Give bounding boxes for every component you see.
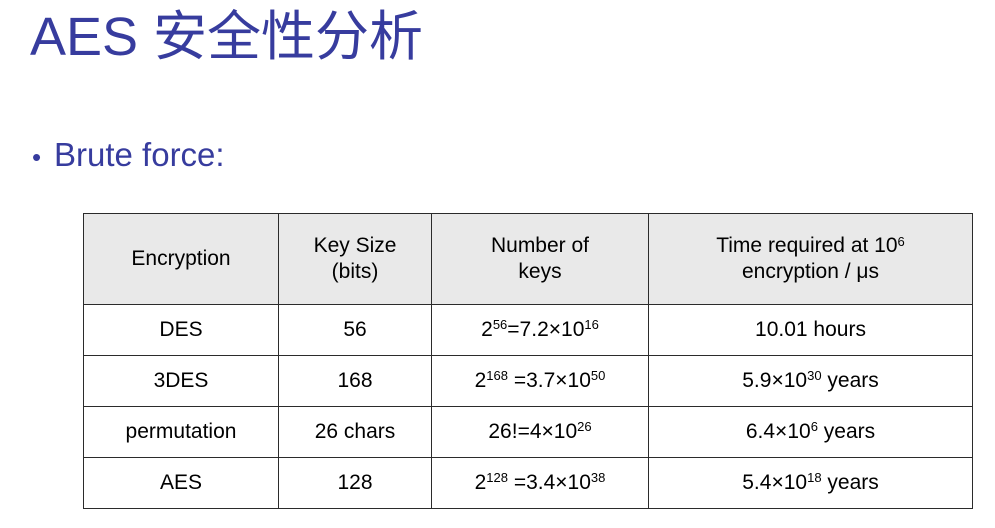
header-line-1: Key Size (313, 234, 397, 258)
header-line-1: Time required at 106 (649, 233, 972, 259)
header-time-exponent: 6 (897, 233, 905, 249)
keys-exponent: 128 (486, 470, 508, 486)
cell-time-required: 6.4×106 years (648, 406, 973, 458)
cell-number-of-keys: 256=7.2×1016 (431, 304, 649, 356)
bullet-item: • Brute force: (32, 136, 225, 174)
cell-time-required: 10.01 hours (648, 304, 973, 356)
time-exponent: 18 (807, 470, 822, 486)
cell-encryption: 3DES (83, 355, 279, 407)
column-header-time-required: Time required at 106 encryption / μs (648, 213, 973, 305)
page-title: AES 安全性分析 (30, 7, 424, 67)
time-post: years (821, 471, 879, 495)
keys-rest: =3.4×10 (508, 471, 591, 495)
keys-base: 2 (474, 471, 487, 495)
keys-base: 26!=4×10 (488, 420, 578, 444)
cell-number-of-keys: 2168 =3.7×1050 (431, 355, 649, 407)
table-row: 3DES 168 2168 =3.7×1050 5.9×1030 years (83, 355, 973, 407)
keys-rest-exponent: 26 (577, 419, 592, 435)
keys-exponent: 56 (492, 317, 508, 333)
time-exponent: 6 (810, 419, 818, 435)
time-exponent: 30 (807, 368, 822, 384)
table-row: DES 56 256=7.2×1016 10.01 hours (83, 304, 973, 356)
time-pre: 6.4×10 (745, 420, 811, 444)
cell-time-required: 5.4×1018 years (648, 457, 973, 509)
cell-encryption: DES (83, 304, 279, 356)
keys-base: 2 (481, 318, 493, 342)
keys-rest: =7.2×10 (507, 318, 585, 342)
header-line-1: Encryption (131, 247, 231, 271)
time-text: 10.01 hours (755, 318, 866, 342)
column-header-key-size: Key Size (bits) (278, 213, 432, 305)
cell-number-of-keys: 26!=4×1026 (431, 406, 649, 458)
bullet-label: Brute force: (54, 136, 225, 173)
cell-key-size: 128 (278, 457, 432, 509)
time-pre: 5.9×10 (742, 369, 808, 393)
table-header-row: Encryption Key Size (bits) Number of key… (83, 213, 973, 305)
brute-force-table: Encryption Key Size (bits) Number of key… (83, 213, 973, 509)
column-header-number-of-keys: Number of keys (431, 213, 649, 305)
table-row: AES 128 2128 =3.4×1038 5.4×1018 years (83, 457, 973, 509)
header-line-2: keys (518, 260, 562, 283)
cell-key-size: 56 (278, 304, 432, 356)
cell-number-of-keys: 2128 =3.4×1038 (431, 457, 649, 509)
bullet-marker-icon: • (32, 142, 42, 172)
column-header-encryption: Encryption (83, 213, 279, 305)
time-pre: 5.4×10 (742, 471, 808, 495)
table-row: permutation 26 chars 26!=4×1026 6.4×106 … (83, 406, 973, 458)
cell-encryption: permutation (83, 406, 279, 458)
keys-exponent: 168 (486, 368, 508, 384)
keys-rest-exponent: 38 (590, 470, 606, 486)
cell-key-size: 26 chars (278, 406, 432, 458)
header-line-1: Number of (490, 234, 590, 258)
cell-key-size: 168 (278, 355, 432, 407)
cell-encryption: AES (83, 457, 279, 509)
header-line-2: encryption / μs (742, 260, 879, 283)
keys-base: 2 (474, 369, 487, 393)
cell-time-required: 5.9×1030 years (648, 355, 973, 407)
slide-canvas: AES 安全性分析 • Brute force: Encryption Key … (0, 0, 995, 528)
header-line-2: (bits) (331, 260, 379, 283)
keys-rest-exponent: 50 (590, 368, 606, 384)
time-post: years (817, 420, 876, 444)
keys-rest-exponent: 16 (584, 317, 599, 333)
header-time-text: Time required at 10 (716, 234, 898, 258)
time-post: years (821, 369, 879, 393)
keys-rest: =3.7×10 (508, 369, 591, 393)
